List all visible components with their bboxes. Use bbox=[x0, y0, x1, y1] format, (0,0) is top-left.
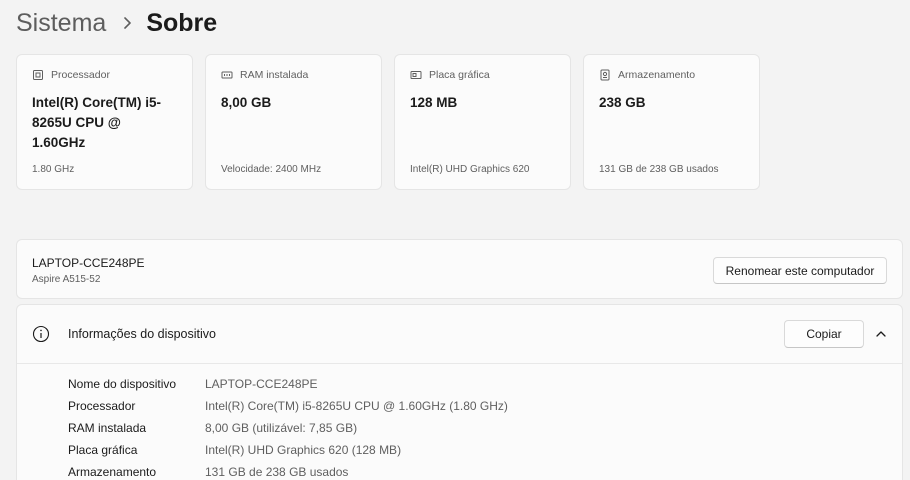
spec-cards: Processador Intel(R) Core(TM) i5-8265U C… bbox=[16, 54, 760, 190]
card-title: Processador bbox=[51, 69, 110, 81]
device-info-header[interactable]: Informações do dispositivo Copiar bbox=[17, 305, 902, 364]
spec-value: LAPTOP-CCE248PE bbox=[205, 377, 318, 391]
card-ram: RAM instalada 8,00 GB Velocidade: 2400 M… bbox=[205, 54, 382, 190]
card-value: 8,00 GB bbox=[221, 95, 272, 110]
spec-label: Placa gráfica bbox=[68, 443, 138, 457]
spec-value: 8,00 GB (utilizável: 7,85 GB) bbox=[205, 421, 358, 435]
spec-row: Processador Intel(R) Core(TM) i5-8265U C… bbox=[68, 395, 508, 417]
spec-row: RAM instalada 8,00 GB (utilizável: 7,85 … bbox=[68, 417, 508, 439]
ram-icon bbox=[221, 71, 233, 79]
processor-icon bbox=[33, 70, 43, 80]
breadcrumb-parent[interactable]: Sistema bbox=[16, 9, 106, 38]
card-subtext: Velocidade: 2400 MHz bbox=[221, 164, 322, 175]
rename-pc-button[interactable]: Renomear este computador bbox=[713, 257, 887, 284]
card-storage: Armazenamento 238 GB 131 GB de 238 GB us… bbox=[583, 54, 760, 190]
spec-row: Nome do dispositivo LAPTOP-CCE248PE bbox=[68, 373, 508, 395]
spec-row: Placa gráfica Intel(R) UHD Graphics 620 … bbox=[68, 439, 508, 461]
spec-label: RAM instalada bbox=[68, 421, 147, 435]
device-spec-list: Nome do dispositivo LAPTOP-CCE248PE Proc… bbox=[68, 373, 508, 480]
chevron-up-icon[interactable] bbox=[874, 327, 888, 341]
card-value: 238 GB bbox=[599, 95, 646, 110]
device-info-panel: Informações do dispositivo Copiar Nome d… bbox=[16, 304, 903, 480]
card-title: Placa gráfica bbox=[429, 69, 490, 81]
chevron-right-icon bbox=[122, 16, 132, 30]
spec-value: 131 GB de 238 GB usados bbox=[205, 465, 349, 479]
spec-value: Intel(R) Core(TM) i5-8265U CPU @ 1.60GHz… bbox=[205, 399, 508, 413]
card-subtext: Intel(R) UHD Graphics 620 bbox=[410, 164, 530, 175]
device-info-title: Informações do dispositivo bbox=[68, 327, 216, 341]
device-name: LAPTOP-CCE248PE bbox=[32, 256, 145, 270]
gpu-icon bbox=[410, 71, 422, 79]
copy-button[interactable]: Copiar bbox=[784, 320, 864, 348]
spec-row: Armazenamento 131 GB de 238 GB usados bbox=[68, 461, 508, 480]
card-subtext: 1.80 GHz bbox=[32, 164, 75, 175]
card-processor: Processador Intel(R) Core(TM) i5-8265U C… bbox=[16, 54, 193, 190]
device-name-panel: LAPTOP-CCE248PE Aspire A515-52 Renomear … bbox=[16, 239, 903, 299]
card-value: 128 MB bbox=[410, 95, 458, 110]
card-value: Intel(R) Core(TM) i5-8265U CPU @ 1.60GHz bbox=[32, 95, 161, 150]
spec-label: Armazenamento bbox=[68, 465, 157, 479]
card-title: Armazenamento bbox=[618, 69, 696, 81]
spec-value: Intel(R) UHD Graphics 620 (128 MB) bbox=[205, 443, 402, 457]
card-subtext: 131 GB de 238 GB usados bbox=[599, 164, 719, 175]
card-gpu: Placa gráfica 128 MB Intel(R) UHD Graphi… bbox=[394, 54, 571, 190]
info-icon bbox=[32, 325, 50, 343]
device-model: Aspire A515-52 bbox=[32, 274, 101, 285]
spec-label: Processador bbox=[68, 399, 136, 413]
card-title: RAM instalada bbox=[240, 69, 309, 81]
breadcrumb: Sistema Sobre bbox=[16, 6, 217, 40]
storage-icon bbox=[600, 69, 610, 81]
spec-label: Nome do dispositivo bbox=[68, 377, 177, 391]
page-title: Sobre bbox=[146, 8, 218, 37]
